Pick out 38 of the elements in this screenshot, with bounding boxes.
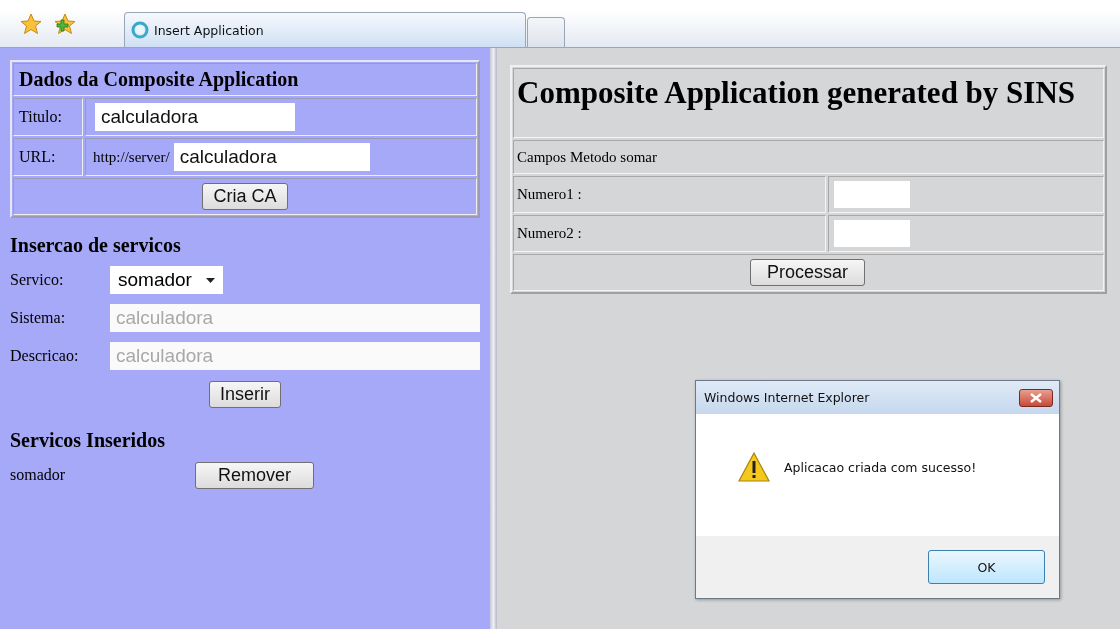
dialog-title: Windows Internet Explorer (704, 390, 870, 405)
text-field[interactable]: calculadora (95, 103, 295, 131)
remove-button[interactable]: Remover (195, 461, 315, 489)
page-loading-icon (131, 21, 149, 39)
field-label: Titulo: (19, 108, 62, 126)
close-button[interactable] (1019, 388, 1053, 407)
caret-icon (205, 277, 215, 283)
warning-icon (738, 452, 770, 482)
page-title: Composite Application generated by SINS (517, 75, 1076, 111)
field-label: Descricao: (10, 347, 80, 365)
text-field[interactable]: calculadora (110, 304, 480, 332)
ok-button[interactable]: OK (928, 550, 1045, 584)
field-label: Servico: (10, 271, 65, 289)
section-heading: Servicos Inseridos (10, 429, 166, 452)
url-prefix: http://server/ (93, 148, 170, 166)
process-button[interactable]: Processar (750, 259, 865, 286)
text-field[interactable]: calculadora (173, 143, 370, 171)
field-label: Numero2 : (517, 225, 582, 242)
section-heading: Insercao de servicos (10, 234, 182, 257)
favorites-star-icon[interactable] (18, 11, 44, 37)
pane-splitter[interactable] (490, 48, 497, 629)
method-heading: Campos Metodo somar (517, 148, 657, 166)
new-tab-button[interactable] (527, 17, 565, 47)
service-name: somador (10, 466, 67, 484)
section-heading: Dados da Composite Application (19, 68, 299, 91)
dialog-message: Aplicacao criada com sucesso! (784, 459, 977, 475)
number-field[interactable] (834, 181, 910, 208)
insert-button[interactable]: Inserir (209, 380, 281, 408)
field-label: Numero1 : (517, 186, 582, 203)
close-icon (1030, 392, 1042, 403)
text-field[interactable]: calculadora (110, 342, 480, 370)
field-label: Sistema: (10, 309, 67, 327)
number-field[interactable] (834, 220, 910, 247)
service-dropdown[interactable]: somador (110, 266, 223, 294)
create-button[interactable]: Cria CA (202, 183, 288, 210)
field-label: URL: (19, 148, 56, 166)
browser-tab[interactable]: Insert Application (124, 12, 526, 47)
add-favorite-icon[interactable] (52, 11, 78, 37)
